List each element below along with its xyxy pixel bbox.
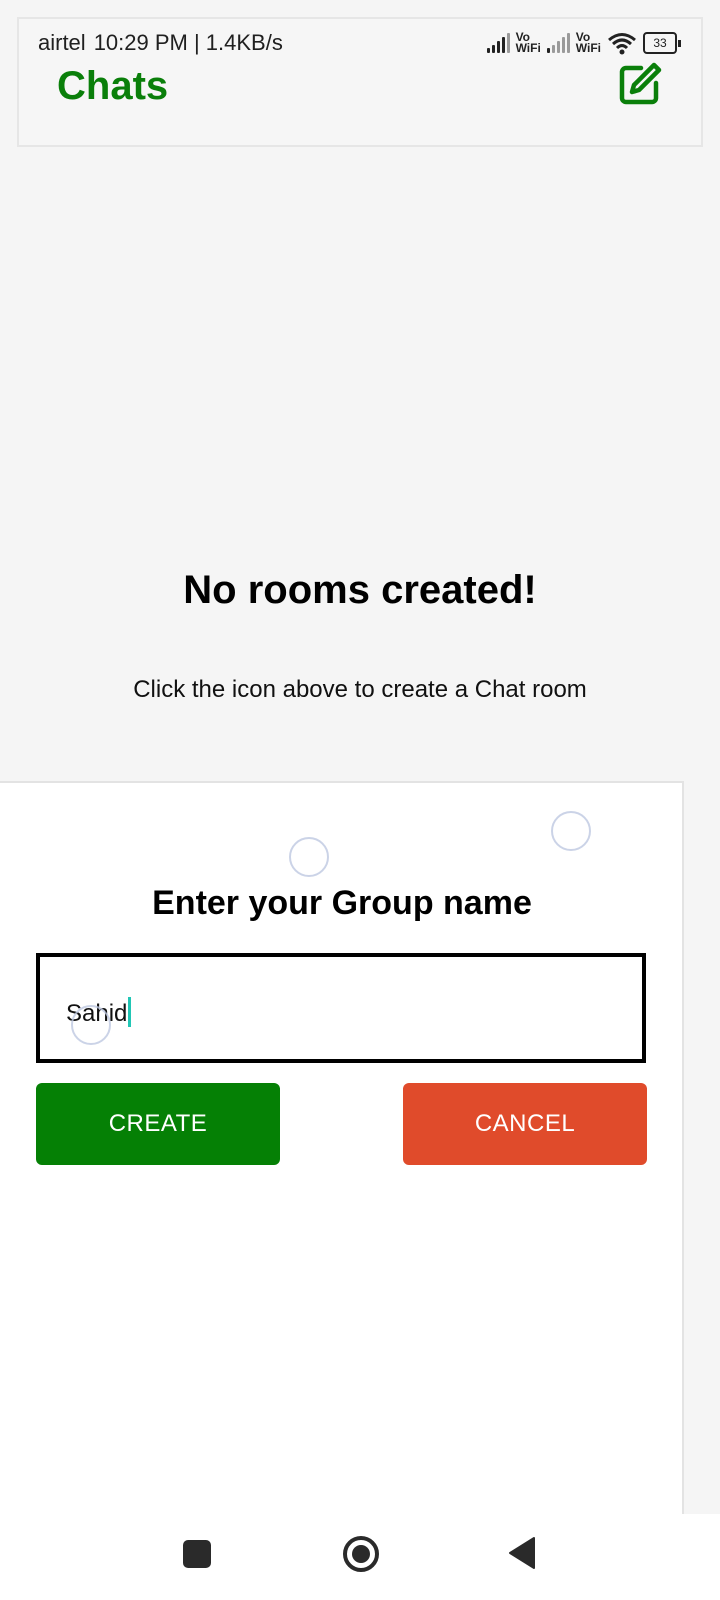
home-icon[interactable]	[341, 1534, 381, 1574]
group-name-input[interactable]: Sahid	[36, 953, 646, 1063]
recents-icon[interactable]	[183, 1540, 211, 1568]
status-bar-right: Vo WiFi Vo WiFi 33	[486, 27, 681, 59]
app-header: airtel 10:29 PM | 1.4KB/s Vo WiFi Vo WiFi…	[17, 17, 703, 147]
battery-icon: 33	[643, 32, 681, 54]
create-group-sheet: Enter your Group name Sahid CREATE CANCE…	[0, 781, 684, 1514]
battery-level: 33	[643, 32, 677, 54]
empty-state-subtitle: Click the icon above to create a Chat ro…	[133, 676, 587, 703]
carrier-name: airtel	[38, 30, 86, 55]
dialog-title: Enter your Group name	[152, 884, 532, 922]
status-bar-left: airtel 10:29 PM | 1.4KB/s	[38, 30, 283, 56]
vowifi-badge: Vo WiFi	[575, 30, 601, 55]
system-nav-bar	[0, 1514, 720, 1600]
touch-indicator	[551, 811, 591, 851]
empty-state-title: No rooms created!	[183, 568, 537, 612]
signal-icon	[486, 33, 510, 53]
back-icon[interactable]	[507, 1536, 537, 1570]
touch-indicator	[71, 1005, 111, 1045]
signal-icon	[546, 33, 570, 53]
time-and-speed: 10:29 PM | 1.4KB/s	[93, 30, 283, 55]
wifi-icon	[608, 33, 636, 55]
create-button[interactable]: CREATE	[36, 1083, 280, 1165]
cancel-button[interactable]: CANCEL	[403, 1083, 647, 1165]
page-title: Chats	[57, 64, 169, 108]
touch-indicator	[289, 837, 329, 877]
edit-icon[interactable]	[617, 61, 663, 107]
text-cursor	[128, 997, 132, 1027]
vowifi-badge: Vo WiFi	[515, 30, 541, 55]
